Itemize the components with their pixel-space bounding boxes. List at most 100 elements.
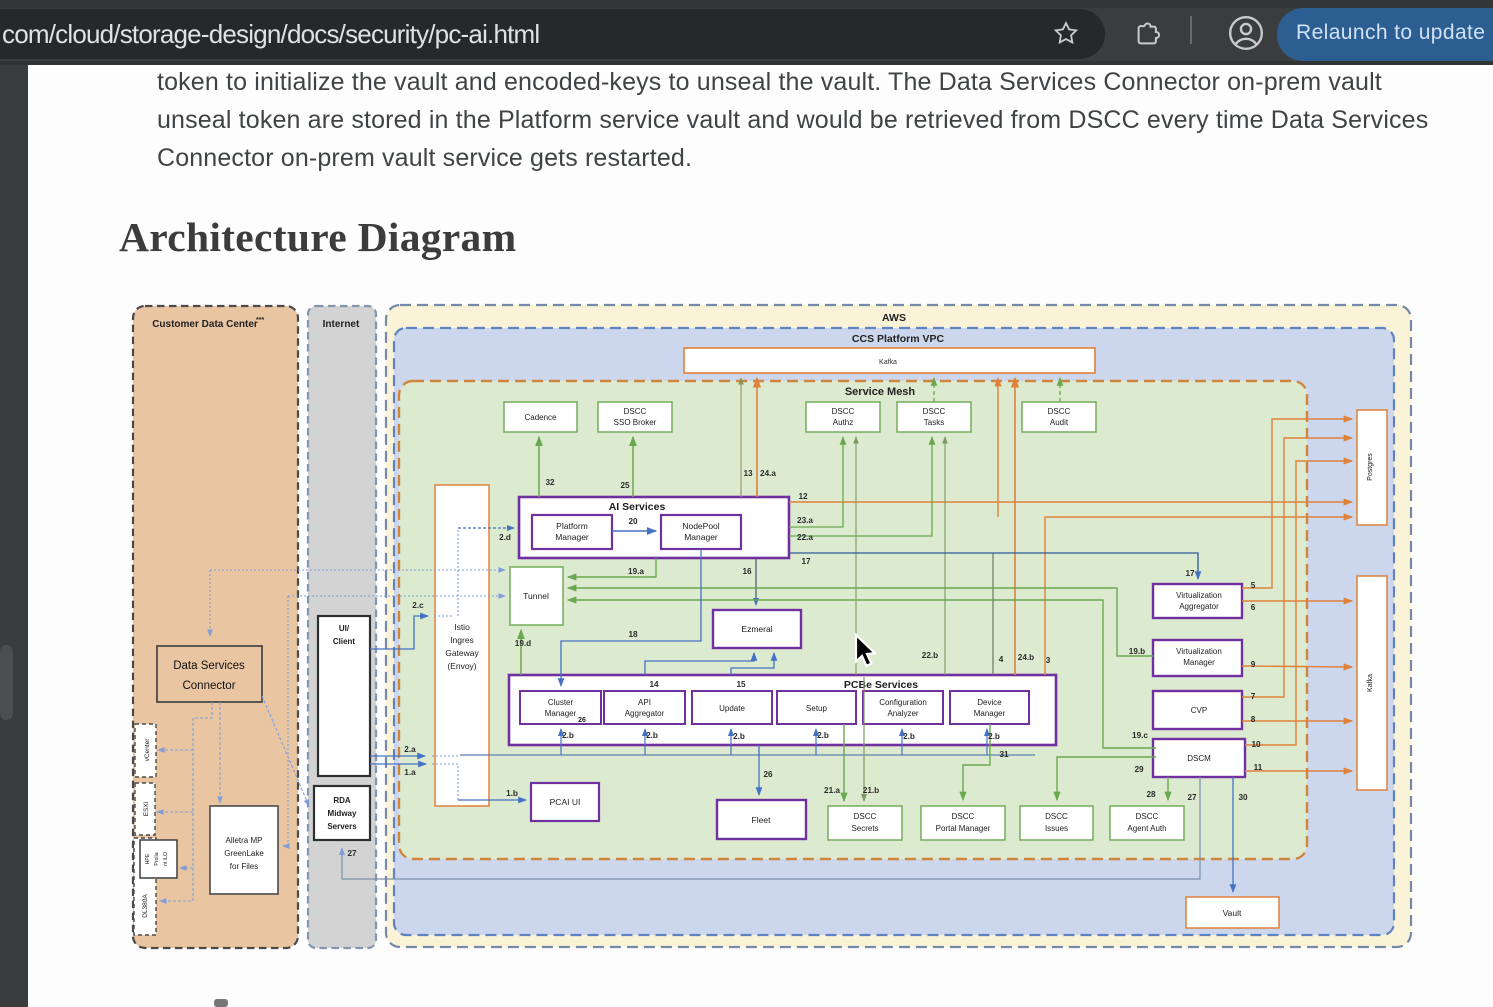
svg-text:23.a: 23.a: [797, 516, 813, 525]
svg-text:Connector: Connector: [182, 680, 235, 692]
svg-text:Cluster: Cluster: [548, 698, 574, 707]
svg-text:29: 29: [1134, 765, 1144, 774]
svg-text:Manager: Manager: [545, 709, 577, 718]
svg-text:DSCC: DSCC: [952, 812, 975, 821]
svg-text:7: 7: [1251, 692, 1256, 701]
svg-text:vCenter: vCenter: [144, 738, 151, 762]
svg-text:26: 26: [763, 770, 773, 779]
svg-text:Fleet: Fleet: [752, 815, 772, 825]
svg-text:Midway: Midway: [328, 809, 357, 818]
svg-text:Cadence: Cadence: [524, 413, 557, 422]
svg-text:Analyzer: Analyzer: [887, 709, 918, 718]
svg-text:PCAI UI: PCAI UI: [550, 797, 581, 807]
svg-text:Istio: Istio: [454, 622, 470, 632]
svg-text:Kafka: Kafka: [1367, 674, 1374, 692]
svg-text:2.b: 2.b: [988, 732, 1000, 741]
svg-text:AI Services: AI Services: [609, 501, 666, 513]
svg-text:8: 8: [1251, 715, 1256, 724]
svg-text:24.a: 24.a: [760, 469, 776, 478]
svg-text:DSCM: DSCM: [1187, 754, 1211, 763]
svg-text:Device: Device: [977, 698, 1002, 707]
svg-text:6: 6: [1251, 603, 1256, 612]
svg-text:Tunnel: Tunnel: [523, 591, 549, 601]
svg-text:DSCC: DSCC: [1045, 812, 1068, 821]
svg-text:Alletra MP: Alletra MP: [226, 836, 263, 845]
svg-text:28: 28: [1146, 790, 1156, 799]
svg-text:12: 12: [798, 492, 808, 501]
svg-text:AWS: AWS: [882, 312, 906, 324]
svg-text:Virtualization: Virtualization: [1176, 591, 1222, 600]
svg-text:Data Services: Data Services: [173, 660, 245, 672]
svg-text:2.b: 2.b: [903, 732, 915, 741]
svg-text:(Envoy): (Envoy): [447, 661, 476, 671]
svg-text:Agent Auth: Agent Auth: [1127, 824, 1166, 833]
svg-text:Authz: Authz: [833, 418, 853, 427]
svg-text:22.a: 22.a: [797, 533, 813, 542]
svg-text:GreenLake: GreenLake: [224, 849, 264, 858]
svg-text:SSO Broker: SSO Broker: [614, 418, 657, 427]
svg-text:Tasks: Tasks: [924, 418, 944, 427]
svg-text:Manager: Manager: [684, 532, 718, 542]
svg-text:Update: Update: [719, 704, 745, 713]
svg-text:Postgres: Postgres: [1367, 453, 1374, 481]
svg-text:for Files: for Files: [230, 862, 258, 871]
svg-text:CCS Platform VPC: CCS Platform VPC: [852, 333, 945, 345]
svg-text:Ingres: Ingres: [450, 635, 474, 645]
svg-text:Platform: Platform: [556, 521, 588, 531]
svg-text:DSCC: DSCC: [1136, 812, 1159, 821]
svg-text:UI/: UI/: [339, 624, 350, 633]
svg-text:32: 32: [545, 478, 555, 487]
svg-text:Customer Data Center: Customer Data Center: [152, 319, 258, 330]
svg-text:Aggregator: Aggregator: [1179, 602, 1219, 611]
svg-text:Audit: Audit: [1050, 418, 1069, 427]
svg-text:14: 14: [649, 680, 659, 689]
svg-text:Portal Manager: Portal Manager: [936, 824, 991, 833]
svg-text:Internet: Internet: [323, 319, 360, 330]
svg-text:2.b: 2.b: [733, 732, 745, 741]
svg-text:27: 27: [347, 849, 357, 858]
svg-text:NodePool: NodePool: [682, 521, 719, 531]
svg-text:Servers: Servers: [327, 822, 357, 831]
svg-text:5: 5: [1251, 581, 1256, 590]
svg-text:***: ***: [256, 317, 264, 324]
svg-text:Manager: Manager: [1183, 658, 1215, 667]
svg-text:PCBe Services: PCBe Services: [844, 679, 918, 691]
svg-text:2.b: 2.b: [646, 731, 658, 740]
svg-text:Manager: Manager: [555, 532, 589, 542]
svg-text:2.b: 2.b: [562, 731, 574, 740]
svg-text:CVP: CVP: [1191, 706, 1207, 715]
svg-text:1.b: 1.b: [506, 789, 518, 798]
svg-text:DSCC: DSCC: [624, 407, 647, 416]
svg-text:2.c: 2.c: [412, 601, 424, 610]
svg-text:Issues: Issues: [1045, 824, 1068, 833]
svg-text:ESXi: ESXi: [143, 802, 150, 816]
svg-text:2.a: 2.a: [404, 745, 416, 754]
svg-text:15: 15: [736, 680, 746, 689]
svg-text:API: API: [638, 698, 651, 707]
svg-text:nt iLO: nt iLO: [163, 852, 169, 866]
svg-text:18: 18: [628, 630, 638, 639]
svg-text:Manager: Manager: [974, 709, 1006, 718]
svg-text:17: 17: [801, 557, 811, 566]
svg-text:26: 26: [578, 717, 586, 724]
svg-text:2.b: 2.b: [817, 731, 829, 740]
svg-text:DSCC: DSCC: [923, 407, 946, 416]
svg-text:Ezmeral: Ezmeral: [741, 624, 772, 634]
svg-text:DSCC: DSCC: [1048, 407, 1071, 416]
svg-text:31: 31: [999, 750, 1009, 759]
svg-text:1.a: 1.a: [404, 768, 416, 777]
svg-text:RDA: RDA: [333, 796, 351, 805]
svg-text:10: 10: [1251, 740, 1261, 749]
svg-text:Client: Client: [333, 637, 356, 646]
svg-text:19.b: 19.b: [1129, 647, 1145, 656]
svg-text:22.b: 22.b: [922, 651, 938, 660]
svg-text:25: 25: [620, 481, 630, 490]
svg-text:DL380A: DL380A: [142, 894, 149, 918]
svg-text:Setup: Setup: [806, 704, 827, 713]
svg-text:13: 13: [743, 469, 753, 478]
svg-text:Kafka: Kafka: [879, 359, 897, 366]
svg-text:24.b: 24.b: [1018, 653, 1034, 662]
svg-text:19.c: 19.c: [1132, 731, 1148, 740]
svg-text:21.b: 21.b: [863, 786, 879, 795]
svg-text:HPE: HPE: [145, 853, 151, 864]
